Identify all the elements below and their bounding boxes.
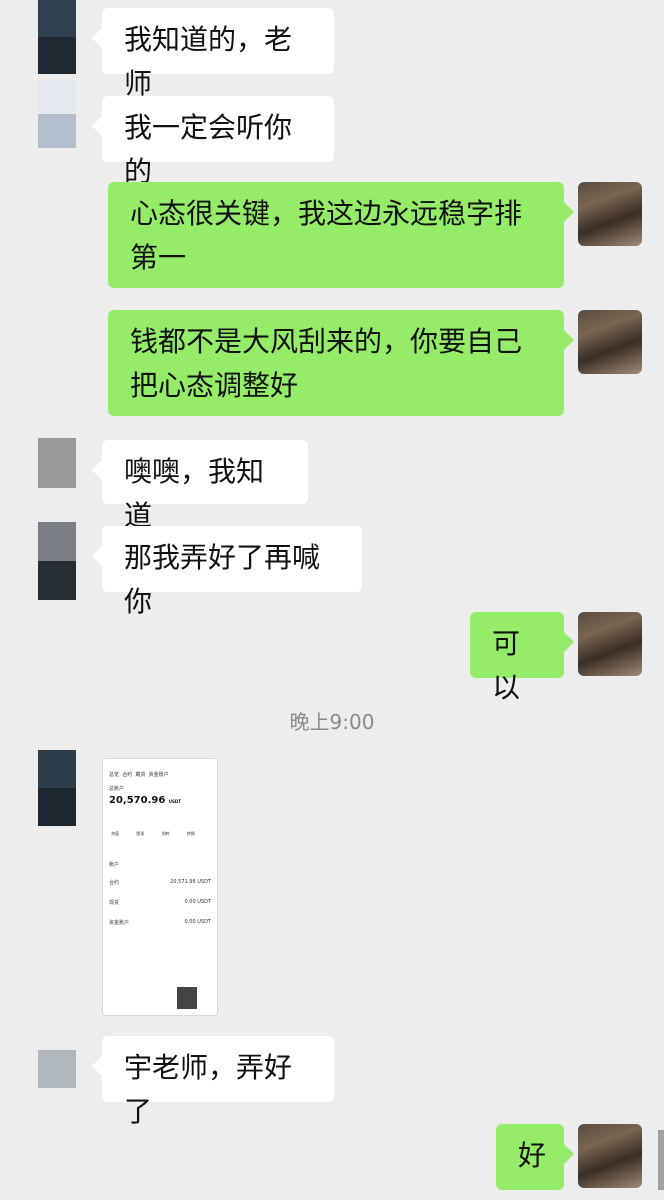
message-bubble[interactable]: 噢噢，我知道 bbox=[92, 440, 308, 532]
my-avatar[interactable] bbox=[578, 310, 642, 374]
message-bubble[interactable]: 心态很关键，我这边永远稳字排第一 bbox=[108, 182, 574, 288]
message-text: 好 bbox=[518, 1139, 547, 1172]
message-text: 钱都不是大风刮来的，你要自己把心态调整好 bbox=[130, 325, 523, 402]
thumb-row-value: 20,571.96 USDT bbox=[170, 879, 211, 885]
contact-avatar[interactable] bbox=[38, 0, 76, 74]
thumb-row-label: 资金账户 bbox=[109, 920, 130, 926]
message-bubble[interactable]: 钱都不是大风刮来的，你要自己把心态调整好 bbox=[108, 310, 574, 416]
avatar-image bbox=[578, 310, 642, 374]
message-bubble[interactable]: 好 bbox=[496, 1124, 574, 1190]
message-bubble[interactable]: 宇老师，弄好了 bbox=[92, 1036, 334, 1128]
thumb-qr-icon bbox=[177, 987, 197, 1009]
contact-avatar[interactable] bbox=[38, 438, 76, 488]
thumb-balance: 20,570.96 USDT bbox=[109, 795, 181, 806]
my-avatar[interactable] bbox=[578, 182, 642, 246]
message-bubble[interactable]: 可以 bbox=[470, 612, 574, 704]
contact-avatar[interactable] bbox=[38, 522, 76, 600]
message-text: 心态很关键，我这边永远稳字排第一 bbox=[130, 197, 523, 274]
message-text: 可以 bbox=[492, 627, 521, 704]
message-bubble[interactable]: 那我弄好了再喊你 bbox=[92, 526, 362, 618]
contact-avatar[interactable] bbox=[38, 750, 76, 826]
message-text: 那我弄好了再喊你 bbox=[124, 541, 321, 618]
thumb-tabs: 总览 合约 期货 资金账户 bbox=[109, 771, 169, 778]
thumb-tab: 合约 bbox=[122, 772, 133, 778]
thumb-row-label: 现货 bbox=[109, 900, 120, 906]
thumb-action: 转换 bbox=[186, 831, 195, 836]
message-text: 我一定会听你的 bbox=[124, 111, 293, 188]
message-bubble[interactable]: 我知道的，老师 bbox=[92, 8, 334, 100]
scrollbar[interactable] bbox=[658, 1130, 664, 1190]
thumb-action: 提现 bbox=[136, 831, 145, 836]
my-avatar[interactable] bbox=[578, 1124, 642, 1188]
thumb-row-value: 0.00 USDT bbox=[184, 919, 211, 925]
thumb-row-label: 合约 bbox=[109, 880, 120, 886]
message-text: 我知道的，老师 bbox=[124, 23, 293, 100]
thumb-balance-value: 20,570.96 bbox=[109, 795, 166, 806]
thumb-row-value: 0.00 USDT bbox=[184, 899, 211, 905]
thumb-tab: 总览 bbox=[109, 772, 120, 778]
thumb-tab: 资金账户 bbox=[148, 772, 169, 778]
thumb-section: 账户 bbox=[109, 862, 120, 868]
thumb-actions: 充值 提现 划转 转换 bbox=[111, 831, 211, 837]
avatar-image bbox=[578, 182, 642, 246]
thumb-balance-label: 总账户 bbox=[109, 786, 125, 792]
message-text: 宇老师，弄好了 bbox=[124, 1051, 293, 1128]
thumb-balance-unit: USDT bbox=[168, 799, 181, 804]
avatar-image bbox=[578, 612, 642, 676]
thumb-tab: 期货 bbox=[135, 772, 146, 778]
contact-avatar[interactable] bbox=[38, 80, 76, 148]
contact-avatar[interactable] bbox=[38, 1050, 76, 1088]
chat-timestamp: 晚上9:00 bbox=[289, 710, 375, 734]
message-text: 噢噢，我知道 bbox=[124, 455, 265, 532]
image-message[interactable]: 总览 合约 期货 资金账户 总账户 20,570.96 USDT 充值 提现 划… bbox=[102, 758, 218, 1016]
thumb-action: 划转 bbox=[161, 831, 170, 836]
avatar-image bbox=[578, 1124, 642, 1188]
my-avatar[interactable] bbox=[578, 612, 642, 676]
message-bubble[interactable]: 我一定会听你的 bbox=[92, 96, 334, 188]
thumb-action: 充值 bbox=[111, 831, 119, 836]
